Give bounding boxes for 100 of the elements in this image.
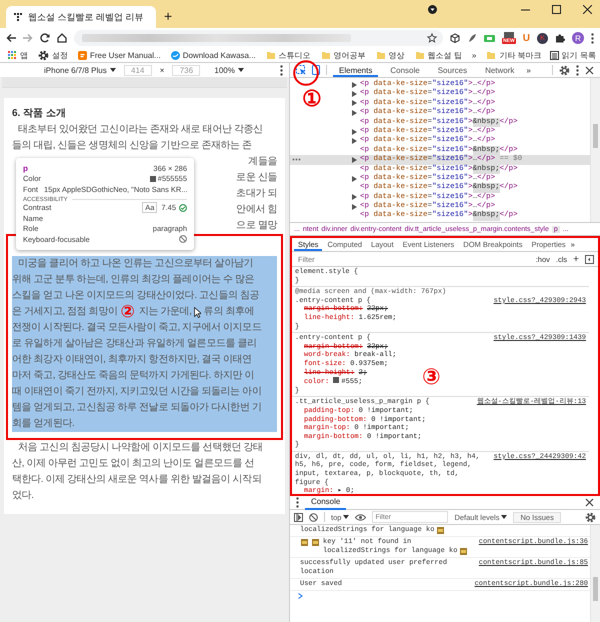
scrollbar[interactable] bbox=[590, 78, 600, 222]
gear-icon[interactable] bbox=[38, 50, 49, 60]
settings-icon[interactable] bbox=[559, 64, 570, 76]
paragraph-line: 태초부터 있어왔던 고신이라는 존재와 새로 태어난 각종신 bbox=[18, 124, 263, 135]
paragraph-line: 미궁을 클리어 하고 나온 인류는 고신으로부터 살아남기 bbox=[18, 258, 254, 269]
paragraph-line: 때 이태연이 죽기 전까지, 지키고있던 시간을 되돌리는 아이 bbox=[12, 386, 262, 397]
scrollbar[interactable] bbox=[590, 525, 600, 622]
annotation-number: ① bbox=[302, 90, 322, 112]
paragraph-line: 마저 죽고, 강태산도 죽음의 문턱까지 가게된다. 하지만 이 bbox=[12, 370, 254, 381]
zoom-select[interactable]: 100% bbox=[214, 66, 244, 74]
inspect-element-icon[interactable] bbox=[296, 65, 306, 75]
paragraph-line: 으로 멸망 bbox=[236, 220, 277, 231]
device-menu-icon[interactable] bbox=[280, 64, 283, 76]
device-select[interactable]: iPhone 6/7/8 Plus bbox=[44, 66, 116, 74]
paragraph-line: 류의 최후에 bbox=[204, 305, 254, 319]
tag-name: p bbox=[23, 164, 28, 173]
star-icon[interactable] bbox=[427, 33, 438, 43]
paragraph-line: 산, 이제 아무런 고민도 없이 최고의 난이도 얼른모드를 선 bbox=[12, 458, 254, 469]
new-tab-button[interactable]: + bbox=[164, 8, 172, 24]
sidebar-icon[interactable] bbox=[294, 512, 303, 522]
bookmark[interactable]: 영어공부 bbox=[320, 50, 366, 60]
quill-icon[interactable] bbox=[467, 33, 478, 43]
drawer-menu-icon[interactable] bbox=[296, 497, 299, 508]
profile-avatar[interactable]: R bbox=[572, 32, 584, 44]
reload-icon[interactable] bbox=[40, 33, 50, 43]
paragraph-line: 어한 최강자 이태연이, 최후까지 항전하지만, 결국 이태연 bbox=[12, 354, 252, 365]
browser-tab[interactable]: 웹소설 스킬빨로 레벨업 리뷰 bbox=[6, 6, 156, 28]
bookmark[interactable]: 영상 bbox=[376, 50, 405, 60]
bookmark[interactable]: 스튜디오 bbox=[266, 50, 311, 60]
home-icon[interactable] bbox=[57, 33, 67, 43]
puzzle-icon[interactable] bbox=[555, 33, 565, 43]
browser-menu-icon[interactable] bbox=[591, 32, 594, 44]
caret-icon bbox=[343, 515, 350, 519]
maximize-icon[interactable] bbox=[552, 5, 561, 14]
not-allowed-icon bbox=[179, 235, 187, 244]
blog-icon bbox=[78, 50, 87, 60]
more-tabs[interactable]: » bbox=[526, 66, 531, 74]
paragraph-line: 들의 대립, 신들은 생명체의 신앙을 기반으로 존재하는 존 bbox=[12, 140, 252, 151]
eye-icon[interactable] bbox=[355, 514, 366, 520]
tab-title: 웹소설 스킬빨로 레벨업 리뷰 bbox=[28, 10, 144, 24]
paragraph-line: 택한다. 이제 강태산의 새로운 역사를 위한 발걸음이 시작되 bbox=[12, 474, 262, 485]
expand-triangle-icon[interactable] bbox=[352, 156, 357, 163]
reading-list-icon bbox=[550, 50, 559, 60]
console-tab[interactable]: Console bbox=[305, 495, 346, 510]
paragraph-line: 지는 가운데, bbox=[138, 305, 192, 319]
paragraph-line: 전쟁이 시작된다. 결국 모든사람이 죽고, 지구에서 이지모드 bbox=[12, 322, 262, 333]
devtools-tab[interactable]: Sources bbox=[432, 64, 474, 76]
site-favicon-icon bbox=[14, 13, 22, 21]
more-bookmarks[interactable]: » bbox=[472, 50, 476, 60]
bookmark[interactable]: 기타 북마크 bbox=[486, 50, 542, 60]
apps-grid-icon bbox=[8, 50, 17, 60]
pixel-figure-icon bbox=[459, 547, 468, 556]
sidebar-toggle-icon[interactable] bbox=[585, 254, 594, 264]
paragraph-line: 회를 얻게된다. bbox=[12, 418, 74, 429]
paragraph-line: 로 유일하게 살아남은 강태산과 유일하게 얼른모드를 클리 bbox=[12, 338, 257, 349]
devtools-tab[interactable]: Elements bbox=[333, 64, 378, 76]
paragraph-line: 었다. bbox=[12, 490, 34, 501]
close-icon[interactable] bbox=[585, 66, 594, 74]
bookmark[interactable]: Download Kawasa... bbox=[170, 50, 256, 60]
close-icon[interactable] bbox=[585, 498, 594, 507]
paragraph-line: 처음 고신의 침공당시 나약함에 이지모드를 선택했던 강태 bbox=[18, 442, 263, 453]
devtools-menu-icon[interactable] bbox=[576, 64, 579, 76]
annotation-number: ② bbox=[120, 304, 135, 320]
devtools-tab[interactable]: Network bbox=[479, 64, 520, 76]
clear-console-icon[interactable] bbox=[309, 512, 318, 522]
bookmark[interactable]: 앱 bbox=[8, 50, 28, 60]
paragraph-line: 초대가 되 bbox=[236, 188, 277, 199]
new-rule-button[interactable]: + bbox=[573, 254, 579, 264]
paragraph-line: 로운 신들 bbox=[236, 172, 277, 183]
mouse-cursor-icon bbox=[194, 306, 202, 318]
more-dots-icon bbox=[292, 158, 301, 162]
paragraph-line: 템을 얻게되고, 고신침공 하루 전날로 되돌아가 다시한번 기 bbox=[12, 402, 262, 413]
devtools-tab[interactable]: Console bbox=[384, 64, 426, 76]
bookmark[interactable]: Free User Manual... bbox=[78, 50, 161, 60]
caret-icon bbox=[501, 515, 508, 519]
check-circle-icon bbox=[179, 204, 187, 212]
close-icon[interactable] bbox=[583, 5, 592, 14]
paragraph-line: 스킬을 얻고 나온 이지모드의 강태산이었다. 고신들의 침공 bbox=[12, 290, 260, 301]
annotation-number: ③ bbox=[422, 366, 441, 388]
annotation-ellipse bbox=[293, 60, 319, 86]
cube-icon[interactable] bbox=[450, 33, 460, 43]
caret-icon bbox=[110, 68, 116, 72]
section-heading: 6. 작품 소개 bbox=[12, 107, 67, 121]
bookmark[interactable]: 읽기 목록 bbox=[550, 50, 596, 60]
paragraph-line: 위해 고군 분투 하는데, 인류의 최강의 플레이어는 수 많은 bbox=[12, 274, 254, 285]
bookmark[interactable]: 설정 bbox=[38, 50, 68, 60]
settings-icon[interactable] bbox=[585, 512, 596, 522]
bird-icon bbox=[170, 50, 180, 60]
device-toggle-icon[interactable] bbox=[312, 65, 320, 75]
pixel-figure-icon bbox=[436, 526, 446, 535]
paragraph-line: 안에서 힘 bbox=[236, 204, 277, 215]
times-sign: × bbox=[160, 66, 164, 74]
paragraph-line: 계들을 bbox=[248, 156, 277, 167]
paragraph-line: 은 거세지고, 점점 희망이 bbox=[12, 305, 118, 319]
back-arrow-icon[interactable] bbox=[6, 33, 16, 43]
bookmark[interactable]: 웹소설 팁 bbox=[414, 50, 462, 60]
expand-triangle-icon[interactable] bbox=[352, 176, 357, 182]
caret-icon bbox=[238, 68, 244, 72]
prompt-chevron-icon bbox=[298, 593, 303, 599]
profile-dropdown-icon[interactable] bbox=[428, 5, 437, 14]
